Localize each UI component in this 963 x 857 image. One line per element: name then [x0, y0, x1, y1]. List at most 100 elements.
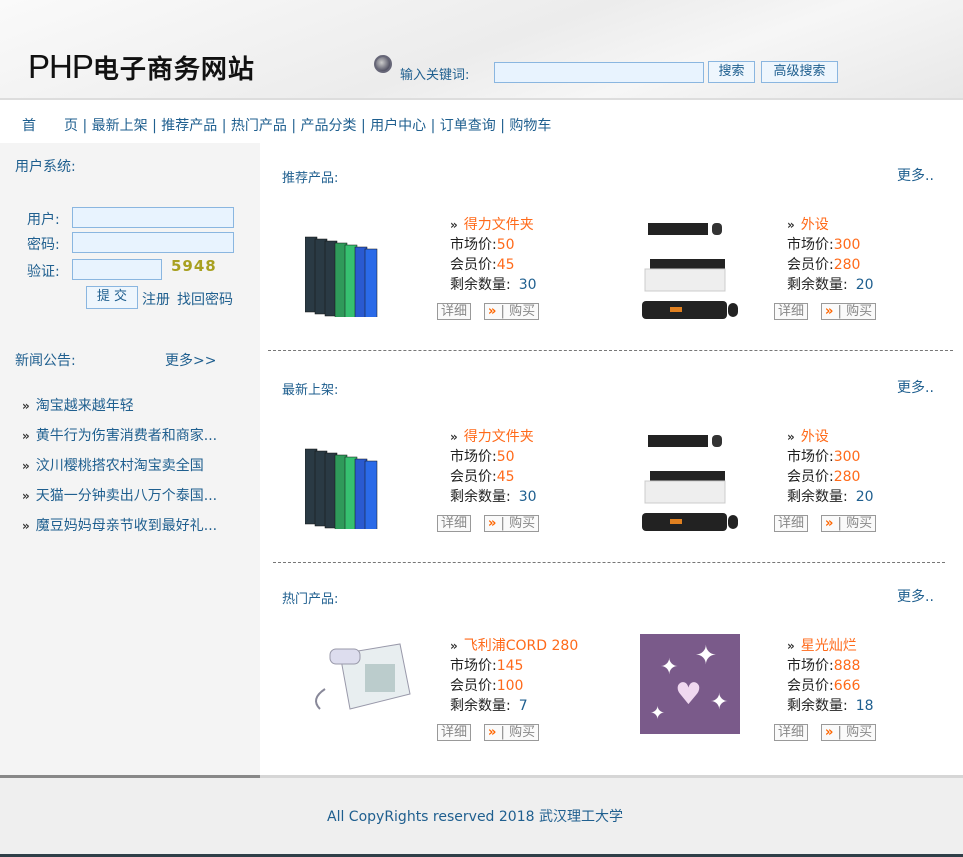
member-price-label: 会员价: [787, 469, 834, 485]
logo-cn: 电子商务网站 [92, 54, 255, 84]
nav-link[interactable]: 用户中心 [370, 118, 426, 134]
news-item[interactable]: » 天猫一分钟卖出八万个泰国... [22, 485, 217, 505]
double-arrow-icon: » [488, 725, 497, 740]
product-image[interactable] [304, 439, 385, 537]
member-price-label: 会员价: [450, 469, 497, 485]
news-item[interactable]: » 魔豆妈妈母亲节收到最好礼... [22, 515, 217, 535]
market-price: 145 [496, 658, 524, 674]
section-title: 推荐产品: [282, 171, 339, 186]
footer: All CopyRights reserved 2018 武汉理工大学 [0, 775, 963, 857]
market-price: 300 [833, 237, 861, 253]
double-arrow-icon: » [450, 430, 458, 444]
double-arrow-icon: » [787, 218, 795, 232]
product-image[interactable] [640, 217, 740, 331]
more-link[interactable]: 更多.. [897, 586, 934, 606]
member-price: 280 [833, 469, 861, 485]
double-arrow-icon: » [488, 516, 497, 531]
detail-button[interactable]: 详细 [774, 724, 809, 741]
password-input[interactable] [72, 232, 234, 253]
product-info: » 外设 市场价:300 会员价:280 剩余数量: 20 [787, 215, 874, 295]
product-image[interactable] [305, 634, 415, 728]
detail-button[interactable]: 详细 [437, 724, 472, 741]
section-title: 热门产品: [282, 592, 339, 607]
news-title: 新闻公告: [15, 353, 76, 369]
more-link[interactable]: 更多.. [897, 377, 934, 397]
market-price-label: 市场价: [787, 449, 834, 465]
nav-separator: | [356, 118, 371, 134]
nav-link[interactable]: 订单查询 [440, 118, 496, 134]
submit-button[interactable]: 提 交 [86, 286, 138, 309]
product-image[interactable] [640, 429, 740, 543]
product-image[interactable]: ✦ ✦ ♥ ✦ ✦ [640, 634, 740, 738]
product-name[interactable]: 得力文件夹 [464, 217, 534, 233]
news-title: 魔豆妈妈母亲节收到最好礼... [35, 518, 218, 534]
product-name[interactable]: 得力文件夹 [464, 429, 534, 445]
sidebar: 用户系统: 用户: 密码: 验证: 5948 提 交 注册 找回密码 新闻公告:… [0, 143, 260, 775]
more-link[interactable]: 更多.. [897, 165, 934, 185]
product-name[interactable]: 星光灿烂 [801, 638, 857, 654]
product-name[interactable]: 外设 [801, 217, 829, 233]
member-price: 45 [496, 257, 515, 273]
password-label: 密码: [27, 237, 60, 253]
advanced-search-button[interactable]: 高级搜索 [761, 61, 838, 83]
buy-button[interactable]: » | 购买 [484, 515, 540, 532]
svg-text:♥: ♥ [675, 677, 702, 712]
double-arrow-icon: » [787, 639, 795, 653]
news-item[interactable]: » 汶川樱桃搭农村淘宝卖全国 [22, 455, 204, 475]
market-price-label: 市场价: [450, 658, 497, 674]
buy-label: 购买 [846, 725, 873, 740]
buy-button[interactable]: » | 购买 [484, 724, 540, 741]
market-price: 50 [496, 237, 515, 253]
nav-link[interactable]: 首 页 [22, 118, 78, 134]
buy-button[interactable]: » | 购买 [821, 303, 877, 320]
double-arrow-icon: » [22, 459, 30, 473]
nav-link[interactable]: 产品分类 [301, 118, 357, 134]
nav-link[interactable]: 热门产品 [231, 118, 287, 134]
svg-text:✦: ✦ [695, 641, 717, 671]
nav-link[interactable]: 购物车 [509, 118, 551, 134]
double-arrow-icon: » [22, 519, 30, 533]
news-item[interactable]: » 黄牛行为伤害消费者和商家... [22, 425, 217, 445]
stock-label: 剩余数量: [787, 277, 848, 293]
stock-count: 7 [518, 698, 528, 714]
double-arrow-icon: » [450, 639, 458, 653]
buy-button[interactable]: » | 购买 [821, 515, 877, 532]
detail-button[interactable]: 详细 [774, 303, 809, 320]
member-price-label: 会员价: [450, 678, 497, 694]
buy-button[interactable]: » | 购买 [484, 303, 540, 320]
news-title: 黄牛行为伤害消费者和商家... [35, 428, 218, 444]
search-button[interactable]: 搜索 [708, 61, 755, 83]
username-input[interactable] [72, 207, 234, 228]
news-more-link[interactable]: 更多>> [165, 350, 216, 370]
captcha-input[interactable] [72, 259, 162, 280]
svg-text:✦: ✦ [710, 690, 728, 715]
buy-button[interactable]: » | 购买 [821, 724, 877, 741]
nav-link[interactable]: 推荐产品 [161, 118, 217, 134]
member-price: 100 [496, 678, 524, 694]
news-title: 淘宝越来越年轻 [35, 398, 134, 414]
captcha-image[interactable]: 5948 [171, 257, 217, 275]
product-info: » 得力文件夹 市场价:50 会员价:45 剩余数量: 30 [450, 215, 537, 295]
market-price-label: 市场价: [787, 237, 834, 253]
detail-button[interactable]: 详细 [774, 515, 809, 532]
double-arrow-icon: » [488, 304, 497, 319]
nav-link[interactable]: 最新上架 [92, 118, 148, 134]
keyword-label: 输入关键词: [400, 68, 470, 83]
product-name[interactable]: 飞利浦CORD 280 [464, 638, 578, 654]
register-link[interactable]: 注册 [142, 289, 170, 309]
member-price-label: 会员价: [450, 257, 497, 273]
member-price-label: 会员价: [787, 257, 834, 273]
buy-label: 购买 [509, 304, 536, 319]
stock-label: 剩余数量: [787, 698, 848, 714]
product-image[interactable] [304, 227, 385, 325]
site-logo[interactable]: PHP电子商务网站 [28, 48, 255, 86]
detail-button[interactable]: 详细 [437, 303, 472, 320]
forgot-password-link[interactable]: 找回密码 [177, 289, 233, 309]
detail-button[interactable]: 详细 [437, 515, 472, 532]
product-name[interactable]: 外设 [801, 429, 829, 445]
news-item[interactable]: » 淘宝越来越年轻 [22, 395, 134, 415]
buy-label: 购买 [846, 516, 873, 531]
search-input[interactable] [494, 62, 704, 83]
buy-label: 购买 [846, 304, 873, 319]
section-divider [268, 350, 953, 351]
